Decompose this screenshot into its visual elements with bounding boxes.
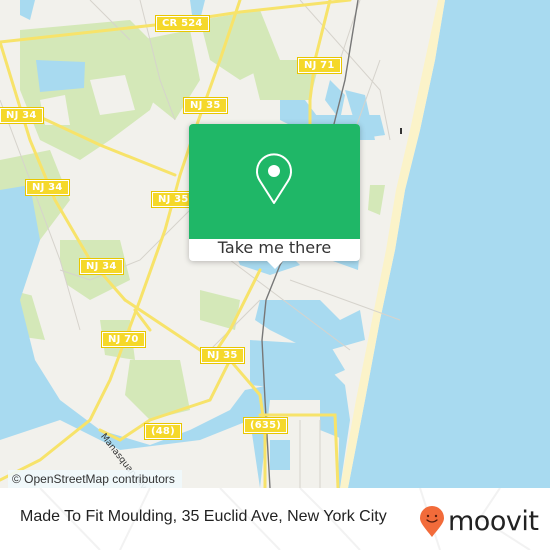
road-shield-cr524: CR 524 [155,15,210,32]
map-view[interactable]: CR 524 NJ 71 NJ 35 NJ 35 NJ 35 NJ 34 NJ … [0,0,550,488]
moovit-smiley-pin-icon [420,506,444,537]
popup-pointer [267,261,283,269]
road-shield-nj70: NJ 70 [101,331,146,348]
road-shield-635: (635) [242,417,289,434]
moovit-wordmark: moovit [448,506,539,537]
road-shield-nj35: NJ 35 [200,347,245,364]
location-pin-icon [256,153,292,204]
road-shield-nj34: NJ 34 [79,258,124,275]
road-shield-nj71: NJ 71 [297,57,342,74]
road-shield-nj35: NJ 35 [183,97,228,114]
road-shield-48: (48) [144,423,182,440]
road-shield-nj34: NJ 34 [0,107,44,124]
take-me-there-button[interactable]: Take me there [189,239,360,261]
location-popup: Take me there [189,124,360,269]
ocean [348,0,550,488]
popup-header [189,124,360,239]
place-title: Made To Fit Moulding, 35 Euclid Ave, New… [20,508,387,525]
map-attribution[interactable]: © OpenStreetMap contributors [8,470,182,488]
road-shield-nj34: NJ 34 [25,179,70,196]
moovit-logo[interactable]: moovit [419,506,539,538]
